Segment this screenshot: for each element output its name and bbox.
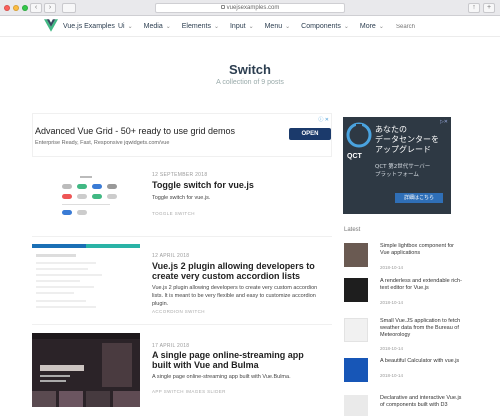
page-title: Switch bbox=[229, 62, 271, 77]
latest-thumbnail[interactable] bbox=[344, 318, 368, 342]
search-input[interactable] bbox=[396, 22, 456, 32]
ad-description: Enterprise Ready, Fast, Responsive jqwid… bbox=[35, 140, 170, 146]
menu-item-input[interactable]: Input ⌄ bbox=[230, 23, 254, 30]
window-controls bbox=[4, 5, 28, 11]
latest-date: 2018-10-14 bbox=[380, 300, 404, 305]
close-window-button[interactable] bbox=[4, 5, 10, 11]
ad-info-icon[interactable]: ▷✕ bbox=[440, 119, 448, 125]
post-date: 12 APRIL 2018 bbox=[152, 253, 190, 259]
post-thumbnail[interactable] bbox=[32, 170, 140, 230]
ad-info-icon[interactable]: ⓘ ✕ bbox=[318, 116, 329, 123]
chevron-down-icon: ⌄ bbox=[343, 24, 349, 30]
latest-date: 2018-10-14 bbox=[380, 265, 404, 270]
post-date: 12 SEPTEMBER 2018 bbox=[152, 172, 208, 178]
post-thumbnail[interactable] bbox=[32, 333, 140, 407]
ad-title[interactable]: Advanced Vue Grid - 50+ ready to use gri… bbox=[35, 126, 235, 136]
post-excerpt: Toggle switch for vue.js. bbox=[152, 195, 211, 201]
menu-item-components[interactable]: Components ⌄ bbox=[301, 23, 349, 30]
latest-title[interactable]: Declarative and interactive Vue.js of co… bbox=[380, 395, 462, 409]
address-bar[interactable]: vuejsexamples.com bbox=[155, 3, 345, 13]
toggle-switch-preview-image bbox=[32, 170, 140, 230]
forward-button[interactable]: › bbox=[44, 3, 56, 13]
post-divider bbox=[32, 236, 332, 237]
share-button[interactable]: ↑ bbox=[468, 3, 480, 13]
minimize-window-button[interactable] bbox=[13, 5, 19, 11]
latest-title[interactable]: Simple lightbox component for Vue applic… bbox=[380, 243, 462, 257]
sidebar-ad-cta-button[interactable]: 詳細はこちら bbox=[395, 193, 443, 203]
menu-item-more[interactable]: More ⌄ bbox=[360, 23, 384, 30]
site-header: Vue.js Examples Ui ⌄ Media ⌄ Elements ⌄ Inp… bbox=[0, 17, 500, 37]
post-divider bbox=[32, 324, 332, 325]
accordion-preview-image bbox=[32, 244, 140, 308]
page-subtitle: A collection of 9 posts bbox=[216, 79, 284, 86]
maximize-window-button[interactable] bbox=[22, 5, 28, 11]
sidebar-toggle-button[interactable] bbox=[62, 3, 76, 13]
chevron-down-icon: ⌄ bbox=[285, 24, 291, 30]
post-excerpt: A single page online-streaming app built… bbox=[152, 374, 291, 380]
menu-item-media[interactable]: Media ⌄ bbox=[144, 23, 171, 30]
lock-icon bbox=[220, 5, 225, 10]
list-item[interactable]: A renderless and extendable rich-text ed… bbox=[344, 278, 462, 312]
post-tags[interactable]: TOGGLE SWITCH bbox=[152, 211, 195, 216]
post-date: 17 APRIL 2018 bbox=[152, 343, 190, 349]
post-tags[interactable]: ACCORDION SWITCH bbox=[152, 309, 205, 314]
latest-heading: Latest bbox=[344, 227, 361, 233]
latest-title[interactable]: A beautiful Calculator with vue.js bbox=[380, 358, 462, 365]
sidebar-ad[interactable]: QCT あなたの データセンターを アップグレード QCT 第2世代サーバー プ… bbox=[343, 117, 451, 214]
latest-title[interactable]: A renderless and extendable rich-text ed… bbox=[380, 278, 462, 292]
menu-item-menu[interactable]: Menu ⌄ bbox=[265, 23, 291, 30]
post-tags[interactable]: APP SWITCH IMAGES SLIDER bbox=[152, 389, 226, 394]
post-title[interactable]: Vue.js 2 plugin allowing developers to c… bbox=[152, 261, 322, 281]
menu-item-elements[interactable]: Elements ⌄ bbox=[182, 23, 219, 30]
latest-thumbnail[interactable] bbox=[344, 358, 368, 382]
latest-thumbnail[interactable] bbox=[344, 243, 368, 267]
chevron-down-icon: ⌄ bbox=[127, 24, 133, 30]
back-button[interactable]: ‹ bbox=[30, 3, 42, 13]
ad-open-button[interactable]: OPEN bbox=[289, 128, 331, 140]
menu-item-ui[interactable]: Ui ⌄ bbox=[118, 23, 133, 30]
chevron-down-icon: ⌄ bbox=[248, 24, 254, 30]
site-brand[interactable]: Vue.js Examples bbox=[63, 23, 115, 30]
qct-logo-icon bbox=[346, 122, 372, 148]
ad-banner[interactable]: Advanced Vue Grid - 50+ ready to use gri… bbox=[32, 113, 332, 157]
chevron-down-icon: ⌄ bbox=[213, 24, 219, 30]
sidebar-ad-headline: あなたの データセンターを アップグレード bbox=[375, 125, 439, 154]
browser-toolbar: ‹ › vuejsexamples.com ↑ + bbox=[0, 0, 500, 16]
latest-title[interactable]: Small Vue.JS application to fetch weathe… bbox=[380, 318, 462, 339]
url-text: vuejsexamples.com bbox=[226, 5, 280, 11]
sidebar-ad-brand: QCT bbox=[347, 153, 362, 160]
post-title[interactable]: Toggle switch for vue.js bbox=[152, 180, 322, 190]
main-menu: Ui ⌄ Media ⌄ Elements ⌄ Input ⌄ Menu ⌄ Compon… bbox=[118, 23, 395, 30]
chevron-down-icon: ⌄ bbox=[378, 24, 384, 30]
post-thumbnail[interactable] bbox=[32, 244, 140, 316]
new-tab-button[interactable]: + bbox=[483, 3, 495, 13]
latest-date: 2018-10-14 bbox=[380, 373, 404, 378]
list-item[interactable]: A beautiful Calculator with vue.js 2018-… bbox=[344, 358, 459, 386]
latest-thumbnail[interactable] bbox=[344, 278, 368, 302]
list-item[interactable]: Declarative and interactive Vue.js of co… bbox=[344, 395, 462, 416]
sidebar-ad-subtitle: QCT 第2世代サーバー プラットフォーム bbox=[375, 164, 431, 178]
chevron-down-icon: ⌄ bbox=[165, 24, 171, 30]
post-title[interactable]: A single page online-streaming app built… bbox=[152, 350, 322, 370]
list-item[interactable]: Simple lightbox component for Vue applic… bbox=[344, 243, 459, 273]
post-excerpt: Vue.js 2 plugin allowing developers to c… bbox=[152, 285, 318, 307]
latest-date: 2018-10-14 bbox=[380, 346, 404, 351]
vue-logo-icon[interactable] bbox=[44, 19, 58, 32]
list-item[interactable]: Small Vue.JS application to fetch weathe… bbox=[344, 318, 462, 354]
latest-thumbnail[interactable] bbox=[344, 395, 368, 416]
streaming-app-preview-image bbox=[32, 333, 140, 407]
